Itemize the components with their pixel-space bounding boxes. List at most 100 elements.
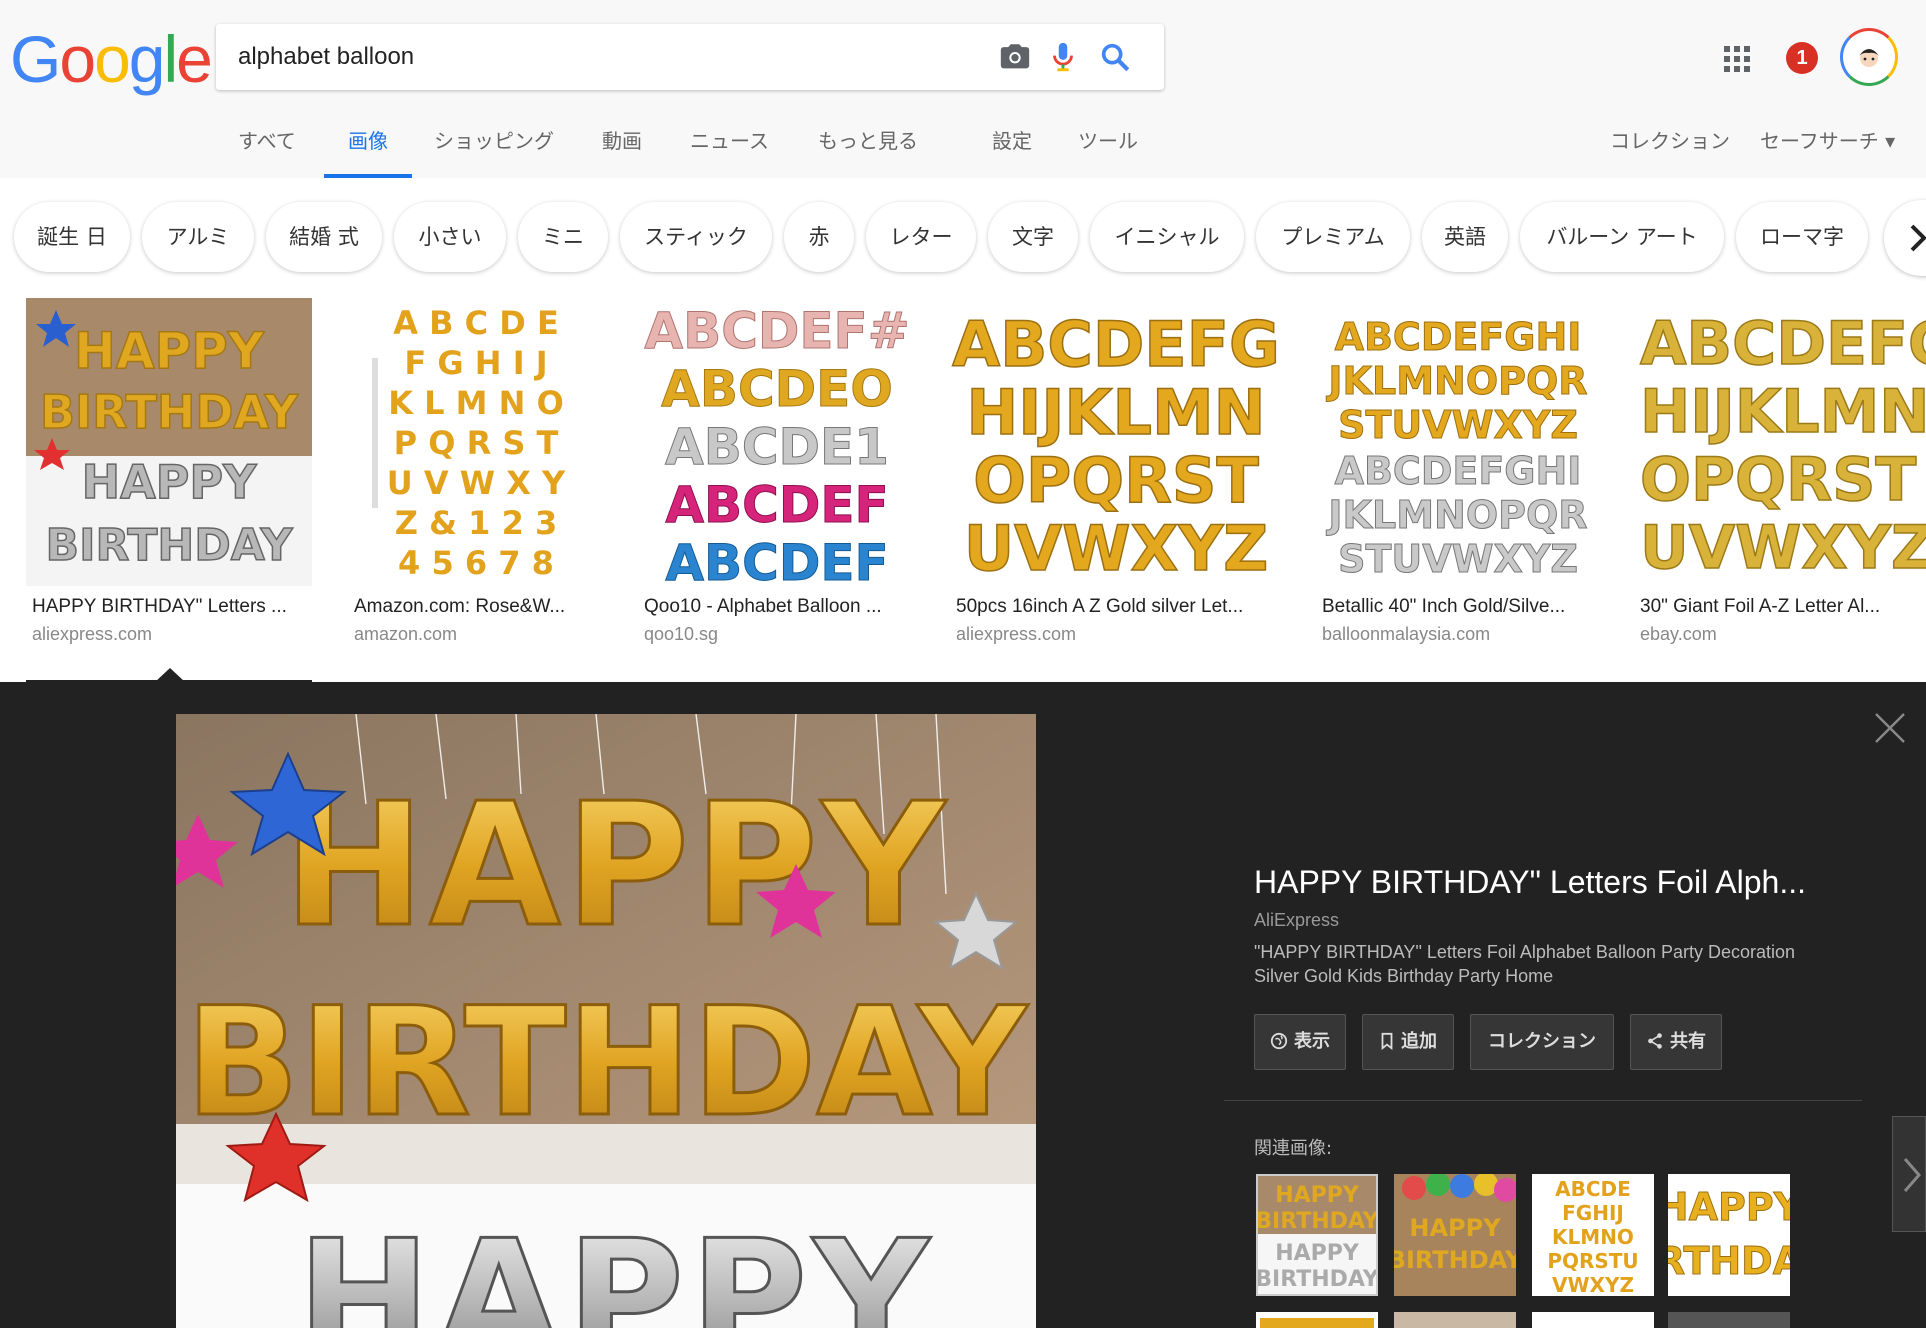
preview-description: "HAPPY BIRTHDAY" Letters Foil Alphabet B…	[1254, 942, 1796, 986]
thumb-text: JKLMNOPQR	[1325, 493, 1587, 537]
tab-videos[interactable]: 動画	[602, 118, 642, 178]
result-title[interactable]: Amazon.com: Rose&W...	[354, 596, 604, 618]
result-thumbnail[interactable]: ABCDEFG HIJKLMN OPQRST UVWXYZ	[950, 298, 1282, 586]
result-title[interactable]: Betallic 40" Inch Gold/Silve...	[1322, 596, 1598, 618]
chip[interactable]: 結婚 式	[266, 202, 382, 272]
chip[interactable]: 英語	[1422, 202, 1508, 272]
thumb-text: ABCDEFGHI	[1335, 315, 1582, 359]
chip[interactable]: スティック	[620, 202, 772, 272]
related-text: HAPPY	[1409, 1214, 1501, 1242]
chip[interactable]: ミニ	[518, 202, 608, 272]
collection-link[interactable]: コレクション	[1610, 118, 1730, 178]
thumb-text: ABCDEF	[665, 534, 888, 586]
share-icon	[1648, 1032, 1662, 1049]
chip[interactable]: 小さい	[394, 202, 506, 272]
result-thumbnail[interactable]: ABCDEF# ABCDEO ABCDE1 ABCDEF ABCDEF	[640, 298, 914, 586]
chip[interactable]: レター	[866, 202, 976, 272]
collection-button[interactable]: コレクション	[1470, 1014, 1614, 1070]
thumb-text: ABCDE1	[665, 418, 889, 476]
related-image[interactable]	[1256, 1312, 1378, 1328]
thumb-text: K L M N O	[388, 384, 564, 422]
thumb-text: STUVWXYZ	[1338, 537, 1578, 581]
logo-letter: e	[176, 22, 213, 96]
logo-letter: l	[163, 22, 179, 96]
notification-badge[interactable]: 1	[1786, 42, 1818, 74]
related-image[interactable]	[1394, 1312, 1516, 1328]
related-text: VWXYZ	[1552, 1273, 1634, 1296]
chip[interactable]: プレミアム	[1256, 202, 1410, 272]
chip[interactable]: ローマ字	[1736, 202, 1868, 272]
result-image: ABCDEFG HIJKLMN OPQRST UVWXYZ	[1639, 308, 1926, 584]
safesearch-dropdown[interactable]: セーフサーチ ▾	[1760, 118, 1895, 178]
chevron-right-icon	[1903, 1158, 1921, 1192]
preview-image-graphic: HAPPY BIRTHDAY HAPPY	[176, 714, 1036, 1328]
chip[interactable]: 誕生 日	[14, 202, 130, 272]
related-image[interactable]: HAPPY RTHDA	[1668, 1174, 1790, 1296]
result-domain: balloonmalaysia.com	[1322, 624, 1491, 644]
chip[interactable]: 赤	[784, 202, 854, 272]
globe-icon	[1270, 1032, 1288, 1049]
apps-grid-icon[interactable]	[1722, 44, 1752, 74]
related-text: HAPPY	[1668, 1185, 1790, 1229]
camera-icon[interactable]	[998, 40, 1032, 74]
chip[interactable]: バルーン アート	[1520, 202, 1724, 272]
close-icon[interactable]	[1872, 710, 1908, 746]
result-thumbnail[interactable]: A B C D E F G H I J K L M N O P Q R S T …	[348, 298, 604, 586]
thumb-text: U V W X Y	[387, 464, 566, 502]
result-thumbnail[interactable]: HAPPY BIRTHDAY HAPPY BIRTHDAY	[26, 298, 312, 586]
result-title[interactable]: 30" Giant Foil A-Z Letter Al...	[1640, 596, 1920, 618]
result-title[interactable]: HAPPY BIRTHDAY" Letters ...	[32, 596, 312, 618]
view-button[interactable]: 表示	[1254, 1014, 1346, 1070]
result-image: ABCDEFG HIJKLMN OPQRST UVWXYZ	[951, 307, 1280, 586]
tab-all[interactable]: すべて	[238, 118, 296, 178]
tab-tools[interactable]: ツール	[1078, 118, 1138, 178]
related-image-graphic: HAPPY BIRTHDAY HAPPY BIRTHDAY	[1258, 1176, 1376, 1292]
result-image: HAPPY BIRTHDAY HAPPY BIRTHDAY	[26, 298, 312, 586]
related-text: HAPPY	[1275, 1241, 1360, 1266]
result-title[interactable]: 50pcs 16inch A Z Gold silver Let...	[956, 596, 1282, 618]
save-button[interactable]: 追加	[1362, 1014, 1454, 1070]
thumb-text: UVWXYZ	[964, 512, 1268, 585]
microphone-icon[interactable]	[1046, 40, 1080, 74]
result-image: ABCDEFGHI JKLMNOPQR STUVWXYZ ABCDEFGHI J…	[1325, 315, 1588, 582]
tab-images[interactable]: 画像	[324, 118, 412, 178]
thumb-text: F G H I J	[404, 344, 547, 382]
google-logo[interactable]: Google	[10, 22, 213, 96]
related-image[interactable]	[1668, 1312, 1790, 1328]
tab-shopping[interactable]: ショッピング	[434, 118, 554, 178]
thumb-text: ABCDEF#	[644, 302, 909, 360]
related-image[interactable]: HAPPY BIRTHDAY HAPPY BIRTHDAY	[1256, 1174, 1378, 1296]
chips-scroll-right-button[interactable]	[1884, 200, 1926, 276]
preview-title[interactable]: HAPPY BIRTHDAY" Letters Foil Alph...	[1254, 864, 1806, 901]
chip[interactable]: イニシャル	[1090, 202, 1244, 272]
search-icon[interactable]	[1098, 40, 1132, 74]
tab-news[interactable]: ニュース	[690, 118, 769, 178]
avatar[interactable]	[1840, 28, 1898, 86]
preview-image-text: HAPPY	[283, 767, 949, 965]
tab-more[interactable]: もっと見る	[818, 118, 918, 178]
thumb-text: OPQRST	[973, 444, 1259, 517]
share-button[interactable]: 共有	[1630, 1014, 1722, 1070]
tab-settings[interactable]: 設定	[992, 118, 1032, 178]
thumb-text: ABCDEFGHI	[1335, 449, 1582, 493]
result-image: ABCDEF# ABCDEO ABCDE1 ABCDEF ABCDEF	[644, 302, 910, 587]
search-input[interactable]	[238, 24, 968, 90]
thumb-text: P Q R S T	[394, 424, 559, 462]
logo-letter: G	[10, 22, 61, 96]
thumb-text: UVWXYZ	[1640, 513, 1926, 583]
result-thumbnail[interactable]: ABCDEFGHI JKLMNOPQR STUVWXYZ ABCDEFGHI J…	[1318, 298, 1598, 586]
save-button-label: 追加	[1401, 1031, 1437, 1052]
thumb-text: HIJKLMN	[1640, 377, 1926, 447]
related-next-button[interactable]	[1892, 1116, 1926, 1232]
preview-image-text: BIRTHDAY	[185, 976, 1029, 1150]
thumb-text: JKLMNOPQR	[1325, 359, 1587, 403]
preview-image-text: HAPPY	[297, 1205, 935, 1328]
related-image[interactable]: HAPPY BIRTHDAY	[1394, 1174, 1516, 1296]
preview-image[interactable]: HAPPY BIRTHDAY HAPPY	[176, 714, 1036, 1328]
related-image[interactable]: ABCDE FGHIJ KLMNO PQRSTU VWXYZ	[1532, 1174, 1654, 1296]
chip[interactable]: 文字	[988, 202, 1078, 272]
chip[interactable]: アルミ	[142, 202, 254, 272]
result-title[interactable]: Qoo10 - Alphabet Balloon ...	[644, 596, 914, 618]
result-thumbnail[interactable]: ABCDEFG HIJKLMN OPQRST UVWXYZ	[1634, 298, 1926, 586]
related-image[interactable]	[1532, 1312, 1654, 1328]
